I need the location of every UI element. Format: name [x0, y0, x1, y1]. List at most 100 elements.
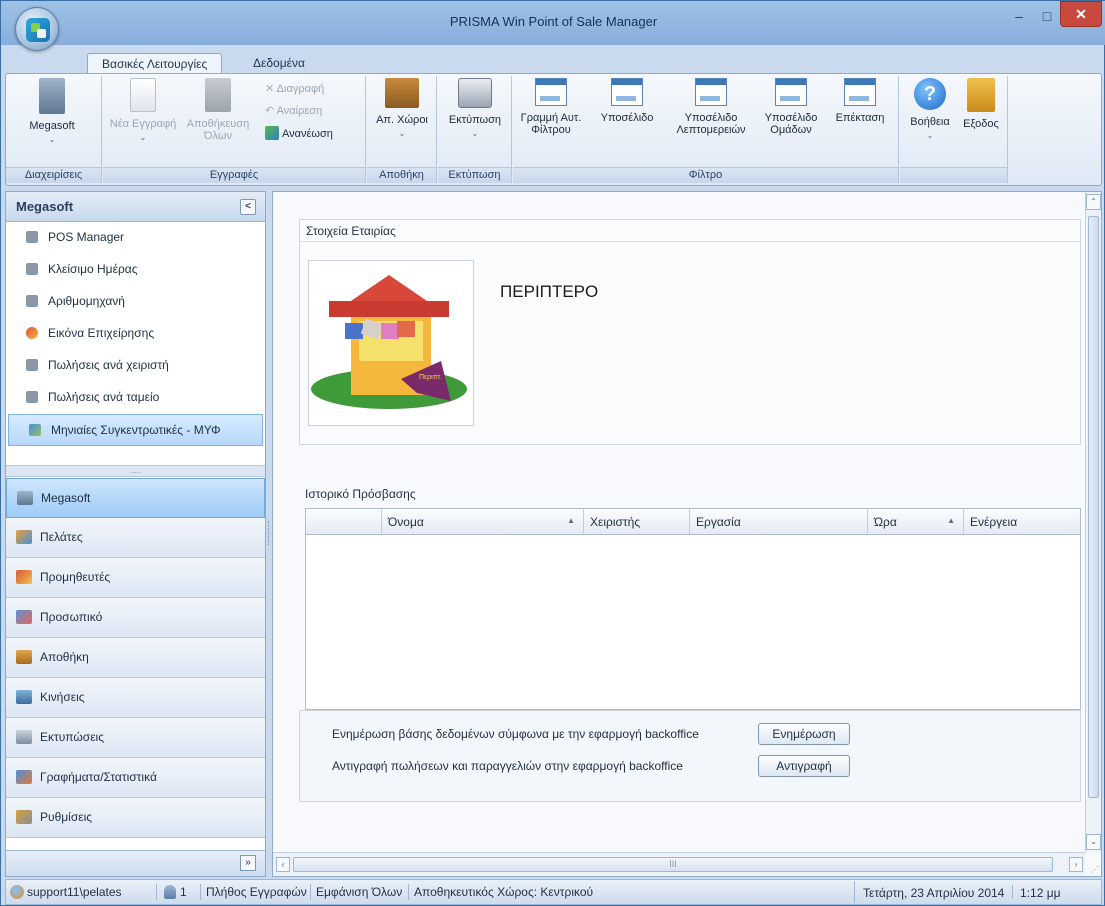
pos-manager-icon — [26, 231, 38, 243]
nav-item-label: Αριθμομηχανή — [48, 294, 125, 308]
auto-filter-row-label-2: Φίλτρου — [531, 124, 571, 136]
subview-details-button[interactable]: Υποσέλιδο Λεπτομερειών — [671, 78, 751, 136]
expand-pane-button[interactable]: » — [240, 855, 256, 871]
staff-icon — [16, 610, 32, 624]
footer-icon — [611, 78, 643, 106]
auto-filter-row-button[interactable]: Γραμμή Αυτ. Φίλτρου — [515, 78, 587, 136]
scroll-left-icon[interactable]: ‹ — [276, 857, 290, 872]
status-separator — [1011, 885, 1013, 899]
copy-sales-button[interactable]: Αντιγραφή — [758, 755, 850, 777]
help-button[interactable]: ? Βοήθεια ⌄ — [902, 78, 958, 142]
column-header-name[interactable]: Όνομα ▲ — [382, 509, 584, 534]
title-bar: PRISMA Win Point of Sale Manager – □ ✕ — [1, 1, 1105, 45]
subview-button[interactable]: Υποσέλιδο — [595, 78, 659, 124]
nav-group-megasoft[interactable]: Megasoft — [6, 478, 265, 518]
nav-item-sales-by-operator[interactable]: Πωλήσεις ανά χειριστή — [6, 350, 265, 382]
group-label-records: Εγγραφές — [103, 167, 365, 183]
nav-pane-title: Megasoft — [16, 199, 74, 214]
company-name: ΠΕΡΙΠΤΕΡΟ — [500, 282, 599, 301]
pos-terminal-icon — [17, 491, 33, 505]
new-record-button[interactable]: Νέα Εγγραφή ⌄ — [107, 78, 179, 144]
column-header-time[interactable]: Ώρα ▲ — [868, 509, 964, 534]
sort-ascending-icon: ▲ — [567, 516, 575, 525]
ribbon-tabs: Βασικές Λειτουργίες Δεδομένα — [1, 45, 1105, 75]
minimize-button[interactable]: – — [1006, 5, 1032, 29]
help-icon: ? — [914, 78, 946, 110]
refresh-button[interactable]: Ανανέωση — [265, 126, 333, 140]
storage-places-button[interactable]: Απ. Χώροι ⌄ — [369, 78, 435, 140]
nav-item-monthly-summaries[interactable]: Μηνιαίες Συγκεντρωτικές - ΜΥΦ — [8, 414, 263, 446]
customers-icon — [16, 530, 32, 544]
nav-item-calculator[interactable]: Αριθμομηχανή — [6, 286, 265, 318]
application-window: PRISMA Win Point of Sale Manager – □ ✕ Β… — [0, 0, 1105, 906]
people-icon — [164, 885, 176, 899]
vertical-scroll-thumb[interactable] — [1088, 216, 1099, 798]
printer-icon — [26, 263, 38, 275]
delete-button[interactable]: ✕ Διαγραφή — [265, 82, 324, 95]
status-user-label: support11\pelates — [27, 885, 122, 899]
company-logo: Περιπτ. — [308, 260, 474, 426]
nav-group-movements[interactable]: Κινήσεις — [6, 678, 265, 718]
pane-resize-grip[interactable] — [268, 521, 271, 545]
scroll-down-icon[interactable]: ⌄ — [1086, 834, 1101, 850]
window-title: PRISMA Win Point of Sale Manager — [449, 14, 658, 29]
chevron-down-icon: ⌄ — [48, 135, 56, 144]
subview-label: Υποσέλιδο — [600, 112, 654, 124]
nav-group-reports[interactable]: Εκτυπώσεις — [6, 718, 265, 758]
subview-groups-button[interactable]: Υποσέλιδο Ομάδων — [759, 78, 823, 136]
chevron-down-icon: ⌄ — [139, 133, 147, 142]
update-database-button[interactable]: Ενημέρωση — [758, 723, 850, 745]
tab-data[interactable]: Δεδομένα — [239, 53, 319, 75]
undo-button[interactable]: ↶ Αναίρεση — [265, 104, 322, 117]
nav-item-label: Κλείσιμο Ημέρας — [48, 262, 138, 276]
application-menu-button[interactable] — [15, 7, 59, 51]
horizontal-scroll-thumb[interactable]: III — [293, 857, 1053, 872]
column-header-task[interactable]: Εργασία — [690, 509, 868, 534]
nav-item-label: Μηνιαίες Συγκεντρωτικές - ΜΥΦ — [51, 423, 221, 437]
box-icon — [16, 650, 32, 664]
kiosk-illustration: Περιπτ. — [311, 275, 467, 409]
scroll-right-icon[interactable]: › — [1069, 857, 1083, 872]
nav-group-label: Αποθήκη — [40, 650, 89, 664]
exit-button[interactable]: Εξοδος — [956, 78, 1006, 130]
nav-item-sales-by-register[interactable]: Πωλήσεις ανά ταμείο — [6, 382, 265, 414]
ribbon-group-storage: Απ. Χώροι ⌄ Αποθήκη — [367, 76, 437, 183]
nav-item-business-overview[interactable]: Εικόνα Επιχείρησης — [6, 318, 265, 350]
ribbon-group-filter: Γραμμή Αυτ. Φίλτρου Υποσέλιδο Υποσέλιδο … — [513, 76, 899, 183]
save-all-button[interactable]: Αποθήκευση Όλων — [179, 78, 257, 142]
column-header-operator[interactable]: Χειριστής — [584, 509, 690, 534]
column-header-action[interactable]: Ενέργεια — [964, 509, 1080, 534]
box-icon — [385, 78, 419, 108]
collapse-pane-button[interactable]: < — [240, 199, 256, 215]
status-show-all[interactable]: Εμφάνιση Όλων — [316, 885, 402, 899]
nav-group-suppliers[interactable]: Προμηθευτές — [6, 558, 265, 598]
nav-group-label: Εκτυπώσεις — [40, 730, 104, 744]
nav-group-settings[interactable]: Ρυθμίσεις — [6, 798, 265, 838]
status-separator — [200, 884, 201, 900]
nav-group-customers[interactable]: Πελάτες — [6, 518, 265, 558]
horizontal-scrollbar[interactable]: ‹ III › — [273, 852, 1085, 876]
save-all-label-1: Αποθήκευση — [186, 118, 250, 130]
prisma-logo-icon — [26, 18, 50, 42]
expand-button[interactable]: Επέκταση — [827, 78, 893, 124]
ribbon-group-help: ? Βοήθεια ⌄ Εξοδος — [900, 76, 1008, 183]
tab-basic-functions[interactable]: Βασικές Λειτουργίες — [87, 53, 223, 75]
storage-places-label: Απ. Χώροι — [376, 114, 428, 126]
nav-group-warehouse[interactable]: Αποθήκη — [6, 638, 265, 678]
pane-splitter[interactable]: ..... — [6, 465, 265, 477]
close-button[interactable]: ✕ — [1060, 1, 1102, 27]
nav-item-day-close[interactable]: Κλείσιμο Ημέρας — [6, 254, 265, 286]
nav-group-staff[interactable]: Προσωπικό — [6, 598, 265, 638]
maximize-button[interactable]: □ — [1034, 5, 1060, 29]
nav-group-charts[interactable]: Γραφήματα/Στατιστικά — [6, 758, 265, 798]
nav-item-pos-manager[interactable]: POS Manager — [6, 222, 265, 254]
subview-groups-label-2: Ομάδων — [770, 124, 812, 136]
column-header-label: Ενέργεια — [970, 515, 1018, 529]
print-button[interactable]: Εκτύπωση ⌄ — [442, 78, 508, 140]
vertical-scrollbar[interactable]: ⌃ ⌄ — [1085, 192, 1101, 852]
scroll-up-icon[interactable]: ⌃ — [1086, 194, 1101, 210]
access-history-grid[interactable]: Όνομα ▲ Χειριστής Εργασία Ώρα ▲ Ενέργεια — [305, 508, 1081, 710]
megasoft-button[interactable]: Megasoft ⌄ — [12, 78, 92, 146]
auto-filter-row-label-1: Γραμμή Αυτ. — [520, 112, 582, 124]
company-panel: Στοιχεία Εταιρίας Περιπτ. ΠΕΡΙΠΤΕΡΟ — [299, 219, 1081, 445]
